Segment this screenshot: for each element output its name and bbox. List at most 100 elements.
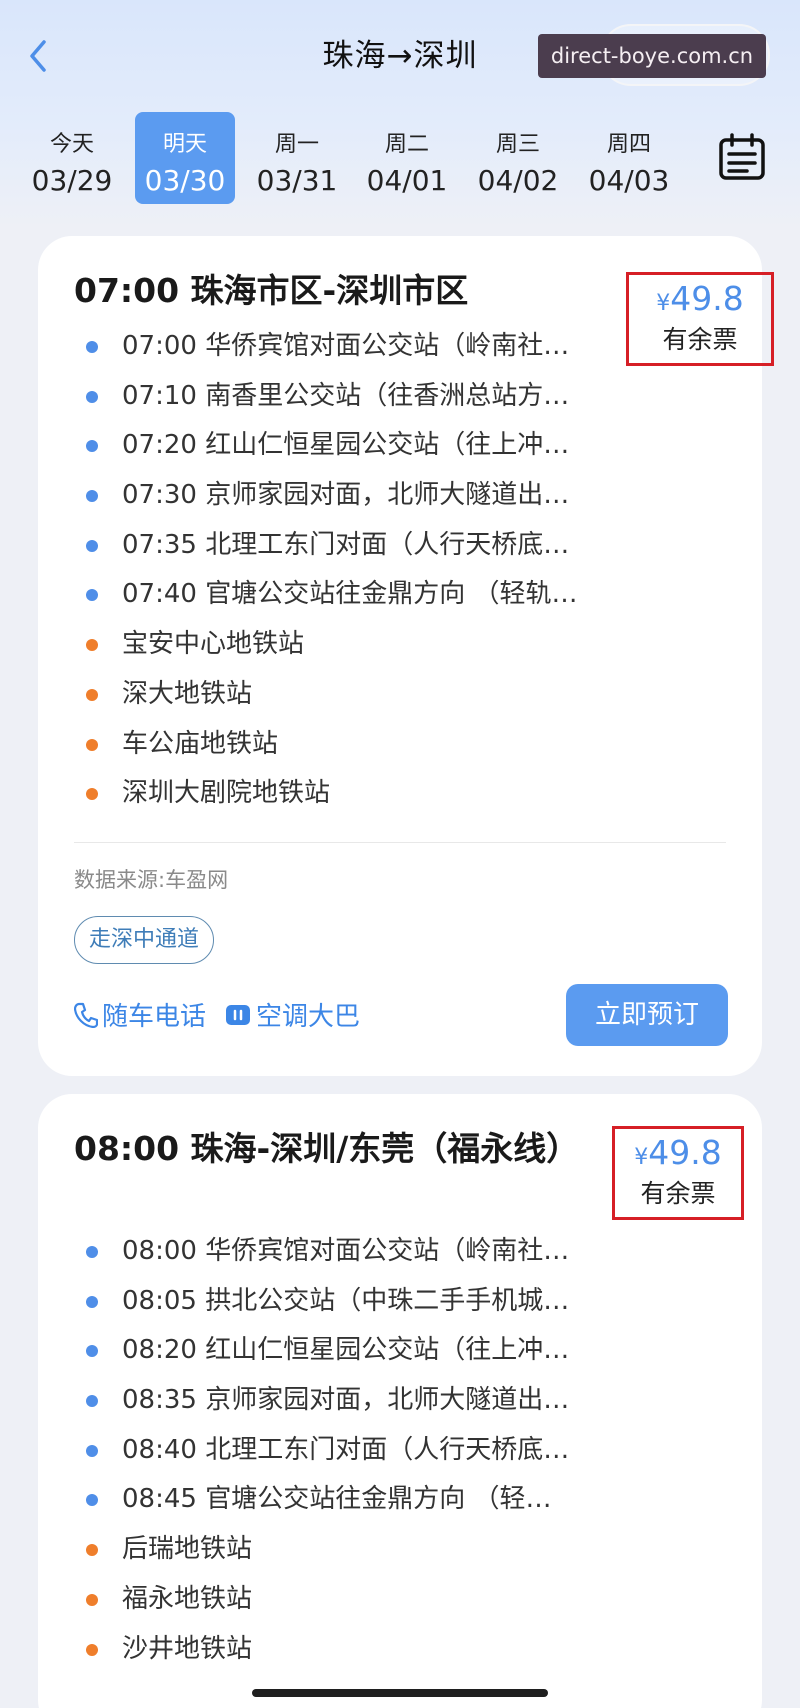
stop-dot (86, 788, 98, 801)
stop-label: 07:00 华侨宾馆对面公交站（岭南社… (122, 331, 570, 361)
availability-label: 有余票 (662, 325, 738, 354)
price-box: ¥49.8 有余票 (626, 272, 774, 366)
stop-label: 宝安中心地铁站 (122, 629, 305, 660)
date-value: 03/29 (31, 164, 113, 197)
stop-label: 福永地铁站 (122, 1583, 253, 1614)
driver-phone[interactable]: 随车电话 (74, 996, 206, 1033)
route-title: 07:00 珠海市区-深圳市区 (74, 271, 469, 310)
route-card[interactable]: 08:00 珠海-深圳/东莞（福永线） ¥49.8 有余票 08:00 华侨宾馆… (38, 1094, 762, 1708)
stop-item: 08:35 京师家园对面，北师大隧道出… (82, 1376, 569, 1426)
stop-list: 07:00 华侨宾馆对面公交站（岭南社… 07:10 南香里公交站（往香洲总站方… (82, 322, 577, 819)
stop-label: 08:40 北理工东门对面（人行天桥底… (122, 1434, 570, 1465)
data-source: 数据来源:车盈网 (74, 868, 229, 892)
stop-dot (86, 1544, 98, 1557)
stop-dot (86, 1246, 98, 1258)
stop-label: 车公庙地铁站 (122, 728, 279, 759)
stop-dot (86, 440, 98, 453)
stop-item: 07:35 北理工东门对面（人行天桥底… (82, 521, 577, 571)
stop-item: 福永地铁站 (82, 1575, 569, 1625)
availability-label: 有余票 (640, 1179, 716, 1208)
stop-dot (86, 1494, 98, 1507)
stop-dot (86, 589, 98, 602)
stop-dot (86, 688, 98, 701)
stop-dot (86, 1593, 98, 1606)
date-value: 03/31 (256, 164, 338, 197)
stop-dot (86, 390, 98, 403)
stop-label: 沙井地铁站 (122, 1633, 253, 1664)
date-value: 04/03 (588, 164, 670, 197)
phone-icon (74, 1002, 98, 1028)
date-weekday: 周二 (384, 132, 429, 157)
date-tab-2[interactable]: 周一 03/31 (247, 112, 347, 204)
date-value: 04/02 (477, 164, 559, 197)
stop-item: 07:00 华侨宾馆对面公交站（岭南社… (82, 322, 577, 372)
home-indicator[interactable] (252, 1689, 548, 1697)
stop-dot (86, 738, 98, 751)
calendar-button[interactable] (718, 132, 766, 182)
date-value: 04/01 (366, 164, 448, 197)
stop-label: 深圳大剧院地铁站 (122, 778, 331, 809)
stop-label: 深大地铁站 (122, 678, 253, 709)
stop-label: 08:20 红山仁恒星园公交站（往上冲… (122, 1335, 570, 1366)
stop-dot (86, 539, 98, 552)
price: ¥49.8 (615, 1133, 741, 1172)
stop-item: 深圳大剧院地铁站 (82, 769, 577, 819)
date-tab-5[interactable]: 周四 04/03 (579, 112, 679, 204)
stop-dot (86, 490, 98, 503)
route-title: 08:00 珠海-深圳/东莞（福永线） (74, 1129, 580, 1168)
stop-label: 08:00 华侨宾馆对面公交站（岭南社… (122, 1236, 570, 1266)
watermark: direct-boye.com.cn (538, 34, 766, 78)
stop-item: 07:20 红山仁恒星园公交站（往上冲… (82, 421, 577, 471)
stop-item: 08:45 官塘公交站往金鼎方向 （轻… (82, 1475, 569, 1525)
date-weekday: 周一 (274, 132, 319, 157)
stop-label: 08:45 官塘公交站往金鼎方向 （轻… (122, 1484, 552, 1515)
stop-dot (86, 639, 98, 652)
date-tab-3[interactable]: 周二 04/01 (357, 112, 457, 204)
ac-bus-feature: 空调大巴 (224, 996, 360, 1033)
stop-item: 宝安中心地铁站 (82, 620, 577, 670)
stop-label: 后瑞地铁站 (122, 1534, 253, 1565)
date-weekday: 周四 (606, 132, 651, 157)
price: ¥49.8 (629, 279, 771, 318)
stop-label: 07:40 官塘公交站往金鼎方向 （轻轨… (122, 579, 578, 610)
date-weekday: 今天 (49, 132, 94, 157)
stop-item: 08:40 北理工东门对面（人行天桥底… (82, 1426, 569, 1476)
stop-item: 07:40 官塘公交站往金鼎方向 （轻轨… (82, 570, 577, 620)
date-tab-1[interactable]: 明天 03/30 (135, 112, 235, 204)
route-card[interactable]: 07:00 珠海市区-深圳市区 ¥49.8 有余票 07:00 华侨宾馆对面公交… (38, 236, 774, 1076)
stop-label: 07:35 北理工东门对面（人行天桥底… (122, 529, 570, 560)
stop-label: 08:35 京师家园对面，北师大隧道出… (122, 1385, 570, 1416)
stop-dot (86, 341, 98, 353)
date-tab-0[interactable]: 今天 03/29 (22, 112, 122, 204)
stop-label: 07:30 京师家园对面，北师大隧道出… (122, 480, 570, 511)
stop-dot (86, 1395, 98, 1408)
stop-label: 07:20 红山仁恒星园公交站（往上冲… (122, 430, 570, 461)
date-value: 03/30 (144, 164, 226, 197)
stop-dot (86, 1345, 98, 1358)
currency-symbol: ¥ (656, 291, 671, 316)
stop-item: 深大地铁站 (82, 670, 577, 720)
driver-phone-label: 随车电话 (102, 1002, 207, 1032)
price-value: 49.8 (670, 279, 744, 318)
stop-dot (86, 1295, 98, 1308)
stop-item: 07:30 京师家园对面，北师大隧道出… (82, 471, 577, 521)
route-tag: 走深中通道 (74, 916, 215, 964)
stop-item: 07:10 南香里公交站（往香洲总站方… (82, 372, 577, 422)
price-box: ¥49.8 有余票 (612, 1126, 744, 1220)
currency-symbol: ¥ (634, 1145, 649, 1170)
calendar-icon (719, 133, 765, 180)
date-weekday: 周三 (495, 132, 540, 157)
stop-list: 08:00 华侨宾馆对面公交站（岭南社… 08:05 拱北公交站（中珠二手手机城… (82, 1227, 569, 1674)
stop-label: 07:10 南香里公交站（往香洲总站方… (122, 380, 570, 411)
stop-item: 车公庙地铁站 (82, 720, 577, 770)
date-selector: 今天 03/29 明天 03/30 周一 03/31 周二 04/01 周三 0… (22, 112, 682, 208)
stop-item: 08:20 红山仁恒星园公交站（往上冲… (82, 1326, 569, 1376)
stop-item: 08:05 拱北公交站（中珠二手手机城… (82, 1277, 569, 1327)
stop-dot (86, 1643, 98, 1656)
date-tab-4[interactable]: 周三 04/02 (468, 112, 568, 204)
air-conditioner-icon (226, 1004, 250, 1025)
book-now-button[interactable]: 立即预订 (566, 984, 728, 1046)
stop-item: 08:00 华侨宾馆对面公交站（岭南社… (82, 1227, 569, 1277)
date-weekday: 明天 (162, 132, 207, 157)
stop-item: 沙井地铁站 (82, 1625, 569, 1675)
